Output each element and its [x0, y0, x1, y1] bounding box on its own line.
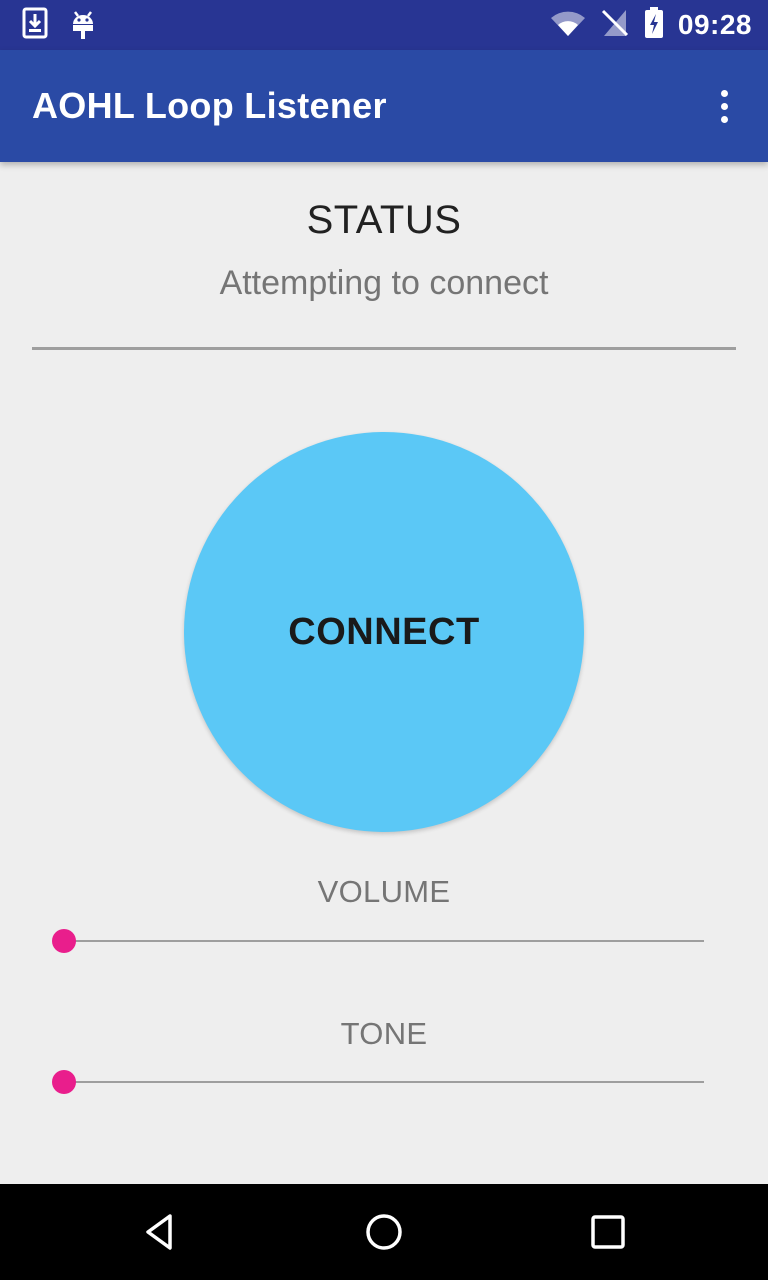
divider	[32, 347, 736, 350]
status-heading: STATUS	[306, 198, 462, 242]
android-debug-icon	[70, 6, 96, 45]
status-time: 09:28	[677, 9, 752, 40]
battery-charging-icon	[644, 6, 664, 44]
volume-slider-thumb[interactable]	[52, 929, 76, 953]
more-vert-icon[interactable]	[700, 76, 748, 136]
status-text: Attempting to connect	[219, 264, 549, 302]
tone-label: TONE	[340, 1016, 428, 1051]
wifi-icon	[550, 9, 586, 42]
status-bar: 09:28	[0, 0, 768, 50]
volume-slider-track[interactable]	[64, 940, 704, 942]
app-bar: AOHL Loop Listener	[0, 50, 768, 162]
navigation-bar	[0, 1184, 768, 1280]
connect-button[interactable]: CONNECT	[184, 432, 584, 832]
volume-label: VOLUME	[317, 874, 451, 909]
tone-slider[interactable]	[52, 1062, 704, 1102]
tone-slider-thumb[interactable]	[52, 1070, 76, 1094]
volume-slider[interactable]	[52, 921, 704, 961]
back-icon[interactable]	[112, 1184, 208, 1280]
connect-button-label: CONNECT	[288, 610, 480, 653]
tone-slider-track[interactable]	[64, 1081, 704, 1083]
no-sim-icon	[600, 8, 630, 43]
app-title: AOHL Loop Listener	[32, 85, 387, 126]
home-icon[interactable]	[336, 1184, 432, 1280]
recents-icon[interactable]	[560, 1184, 656, 1280]
download-icon	[22, 7, 48, 44]
